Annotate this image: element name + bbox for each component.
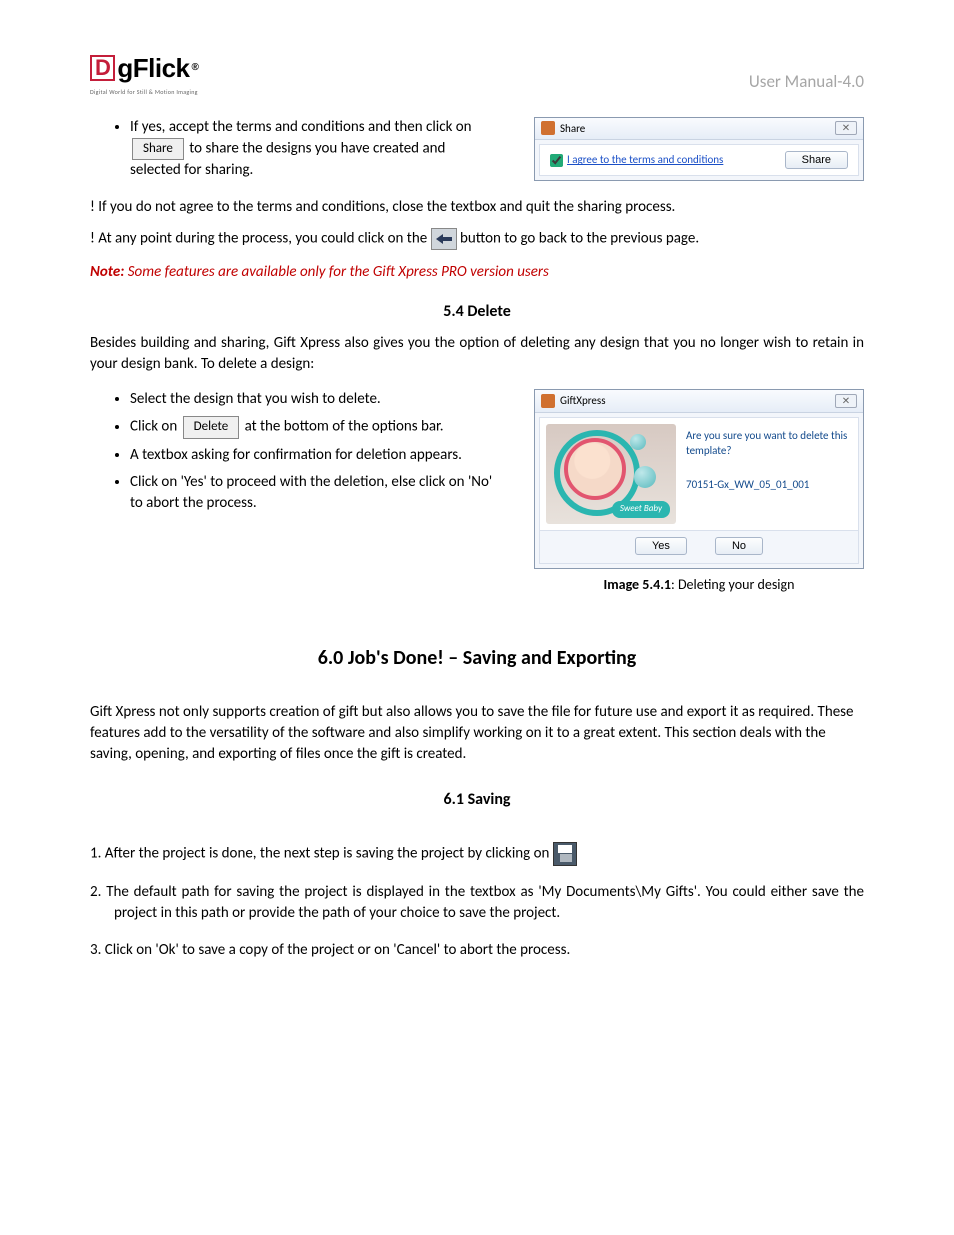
saving-step-3: 3. Click on 'Ok' to save a copy of the p… bbox=[90, 940, 864, 961]
thumb-label: Sweet Baby bbox=[612, 501, 670, 518]
gx-caption: Image 5.4.1: Deleting your design bbox=[534, 575, 864, 595]
giftxpress-dialog: GiftXpress ✕ Sweet Baby Are you sure y bbox=[534, 389, 864, 568]
delete-intro: Besides building and sharing, Gift Xpres… bbox=[90, 333, 864, 375]
saving-step-2: 2. The default path for saving the proje… bbox=[90, 882, 864, 924]
share-row: If yes, accept the terms and conditions … bbox=[90, 117, 864, 187]
terms-link[interactable]: I agree to the terms and conditions bbox=[567, 152, 723, 167]
disagree-note: ! If you do not agree to the terms and c… bbox=[90, 197, 864, 218]
save-icon[interactable] bbox=[553, 842, 577, 866]
gx-dialog-titlebar: GiftXpress ✕ bbox=[535, 390, 863, 412]
jobs-done-intro: Gift Xpress not only supports creation o… bbox=[90, 702, 864, 765]
close-icon[interactable]: ✕ bbox=[835, 394, 857, 408]
share-button[interactable]: Share bbox=[785, 151, 848, 169]
delete-step-4: Click on 'Yes' to proceed with the delet… bbox=[130, 472, 494, 514]
gx-dialog-title: GiftXpress bbox=[560, 393, 606, 408]
saving-step-1: 1. After the project is done, the next s… bbox=[90, 842, 864, 866]
terms-checkbox[interactable] bbox=[550, 154, 563, 167]
delete-step-2: Click on Delete at the bottom of the opt… bbox=[130, 416, 494, 438]
terms-checkbox-row[interactable]: I agree to the terms and conditions bbox=[550, 152, 723, 167]
logo-text: gFlick bbox=[117, 50, 189, 86]
pro-note: Note: Some features are available only f… bbox=[90, 262, 864, 283]
no-button[interactable]: No bbox=[715, 537, 763, 555]
logo-registered: ® bbox=[192, 61, 199, 75]
delete-step-3: A textbox asking for confirmation for de… bbox=[130, 445, 494, 466]
gx-template-id: 70151-Gx_WW_05_01_001 bbox=[686, 477, 852, 492]
delete-heading: 5.4 Delete bbox=[90, 301, 864, 323]
logo: DgFlick® bbox=[90, 50, 198, 86]
share-dialog-titlebar: Share ✕ bbox=[535, 118, 863, 140]
share-dialog-title: Share bbox=[560, 121, 585, 136]
gx-question: Are you sure you want to delete this tem… bbox=[686, 428, 852, 459]
logo-tagline: Digital World for Still & Motion Imaging bbox=[90, 88, 198, 96]
app-icon bbox=[541, 121, 555, 135]
jobs-done-heading: 6.0 Job's Done! – Saving and Exporting bbox=[90, 644, 864, 672]
logo-block: DgFlick® Digital World for Still & Motio… bbox=[90, 50, 198, 97]
back-icon[interactable] bbox=[431, 228, 457, 250]
share-bullet: If yes, accept the terms and conditions … bbox=[130, 117, 494, 181]
template-thumbnail: Sweet Baby bbox=[546, 424, 676, 524]
saving-heading: 6.1 Saving bbox=[90, 789, 864, 811]
back-note: ! At any point during the process, you c… bbox=[90, 228, 864, 250]
delete-button-inline[interactable]: Delete bbox=[183, 416, 240, 438]
close-icon[interactable]: ✕ bbox=[835, 121, 857, 135]
yes-button[interactable]: Yes bbox=[635, 537, 687, 555]
manual-version: User Manual-4.0 bbox=[749, 70, 864, 94]
delete-step-1: Select the design that you wish to delet… bbox=[130, 389, 494, 410]
app-icon bbox=[541, 394, 555, 408]
logo-d: D bbox=[90, 55, 115, 81]
page-header: DgFlick® Digital World for Still & Motio… bbox=[90, 50, 864, 97]
share-button-inline[interactable]: Share bbox=[132, 138, 184, 160]
share-dialog: Share ✕ I agree to the terms and conditi… bbox=[534, 117, 864, 181]
